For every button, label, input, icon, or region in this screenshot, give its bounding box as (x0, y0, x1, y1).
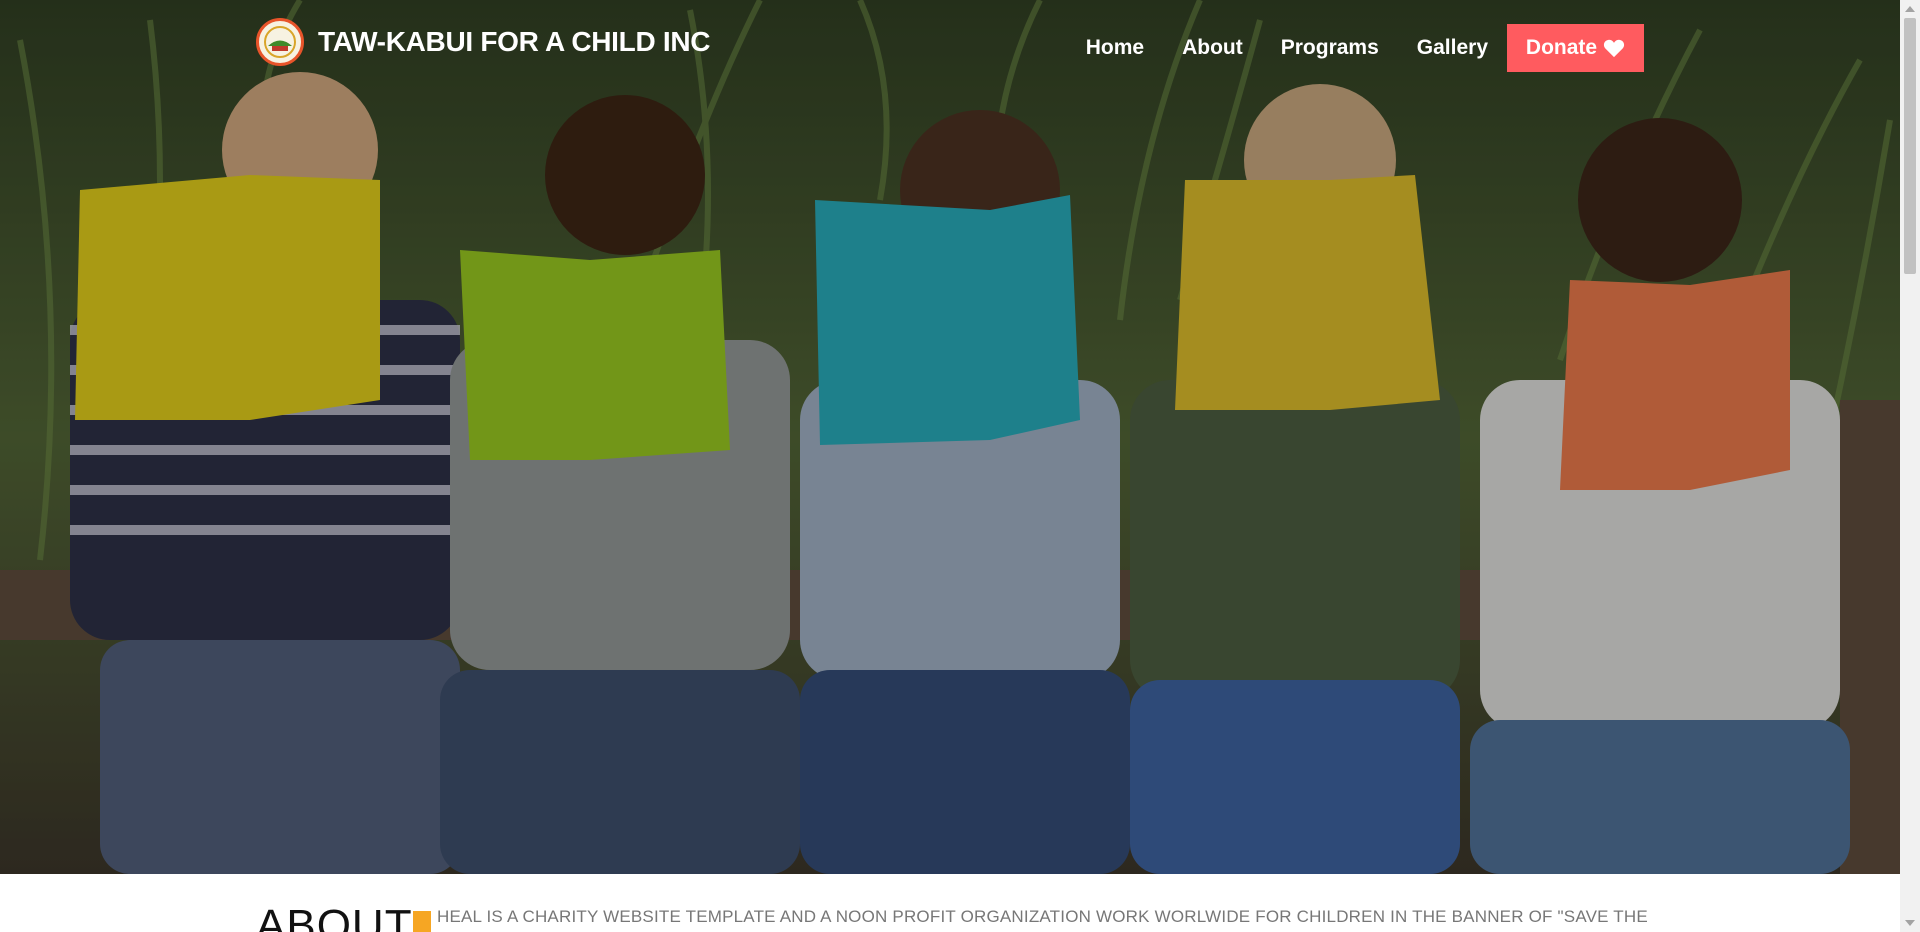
scrollbar-thumb[interactable] (1904, 18, 1916, 274)
about-text: HEAL IS A CHARITY WEBSITE TEMPLATE AND A… (437, 907, 1648, 926)
heart-icon (1603, 38, 1625, 58)
about-accent-bar (413, 911, 431, 932)
donate-button[interactable]: Donate (1507, 24, 1644, 72)
nav-gallery[interactable]: Gallery (1417, 36, 1488, 60)
nav-programs[interactable]: Programs (1281, 36, 1379, 60)
organization-logo-icon (256, 18, 304, 66)
brand-name: TAW-KABUI FOR A CHILD INC (318, 26, 711, 57)
scroll-down-icon[interactable] (1905, 920, 1915, 926)
vertical-scrollbar[interactable] (1900, 0, 1920, 932)
scroll-up-icon[interactable] (1905, 6, 1915, 12)
about-section: ABOUT HEAL IS A CHARITY WEBSITE TEMPLATE… (0, 874, 1900, 932)
hero-overlay (0, 0, 1900, 874)
main-navigation: Home About Programs Gallery Donate (1048, 24, 1644, 72)
brand[interactable]: TAW-KABUI FOR A CHILD INC (256, 18, 710, 66)
hero-banner (0, 0, 1900, 874)
about-title: ABOUT (256, 901, 413, 932)
nav-about[interactable]: About (1182, 36, 1243, 60)
donate-label: Donate (1525, 36, 1598, 59)
nav-home[interactable]: Home (1086, 36, 1144, 60)
